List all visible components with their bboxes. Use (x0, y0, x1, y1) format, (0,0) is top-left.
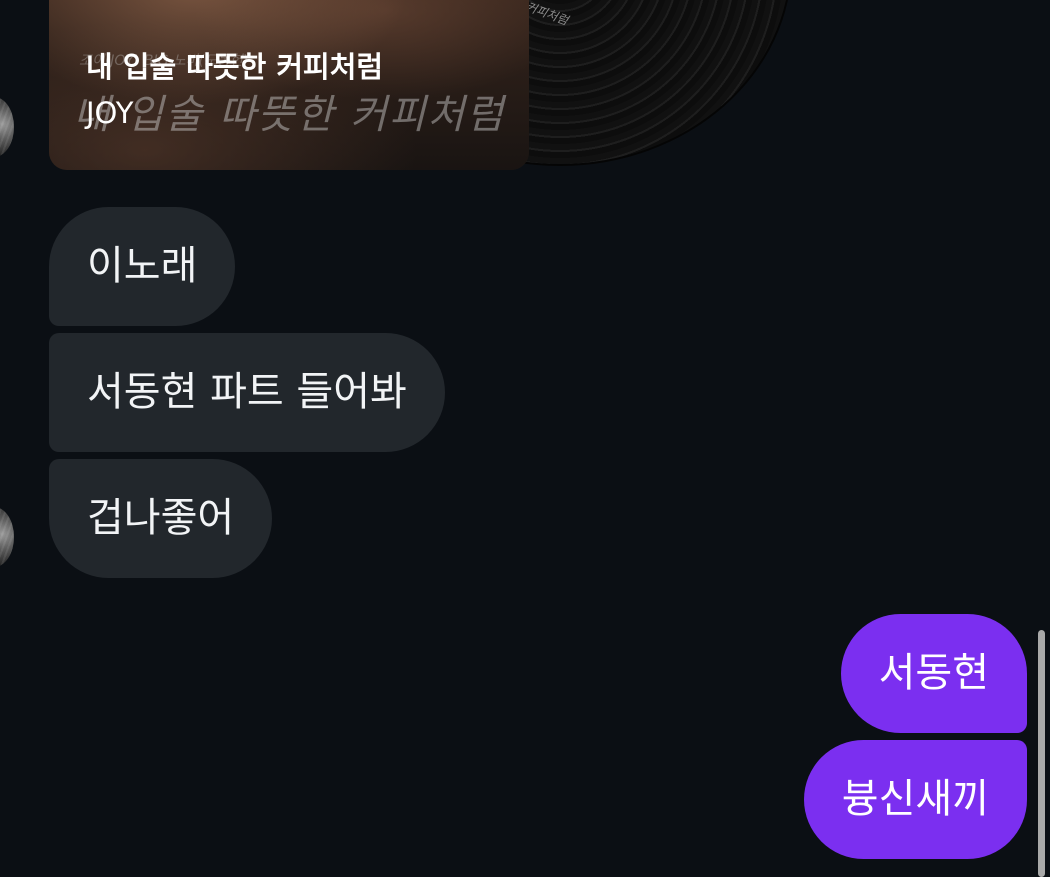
album-art-text: 내 입술 따뜻한 커피처럼 (73, 92, 506, 138)
song-artist: JOY (86, 96, 134, 130)
sent-message-bubble[interactable]: 서동현 (840, 614, 1027, 733)
scrollbar-thumb[interactable] (1038, 630, 1045, 877)
sender-avatar[interactable] (0, 507, 14, 567)
song-title: 내 입술 따뜻한 커피처럼 (86, 50, 384, 84)
shared-music-card[interactable]: 조이(JOY) BIG 노바(도동헌) 내 입술 따뜻한 커피처럼 내 입술 따… (49, 0, 529, 170)
chat-scrollbar[interactable] (1034, 630, 1050, 877)
received-message-bubble[interactable]: 겁나좋어 (49, 459, 273, 578)
received-message-bubble[interactable]: 이노래 (49, 207, 236, 326)
sent-message-bubble[interactable]: 븅신새끼 (803, 740, 1027, 859)
received-message-bubble[interactable]: 서동현 파트 들어봐 (49, 333, 445, 452)
sender-avatar[interactable] (0, 97, 14, 157)
chat-conversation[interactable]: 커피처럼 조이(JOY) BIG 노바(도동헌) 내 입술 따뜻한 커피처럼 내… (0, 0, 1050, 877)
